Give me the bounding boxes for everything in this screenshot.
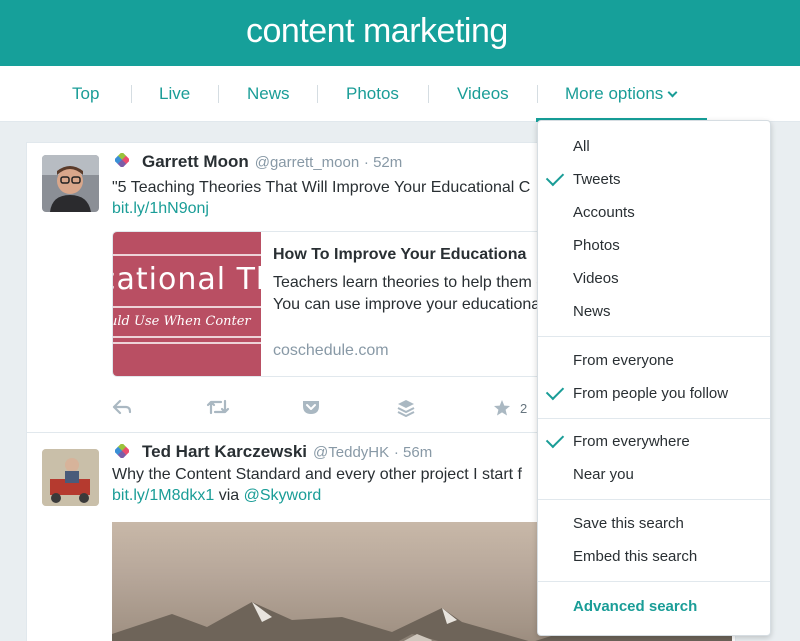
tweet-author[interactable]: Ted Hart Karczewski @TeddyHK · 56m bbox=[142, 442, 432, 462]
tweet-time[interactable]: · 56m bbox=[394, 444, 432, 461]
menu-divider bbox=[538, 418, 770, 419]
buffer-icon[interactable] bbox=[397, 399, 415, 417]
mention-link[interactable]: @Skyword bbox=[244, 487, 322, 504]
search-query-title: content marketing bbox=[246, 12, 508, 50]
nav-divider bbox=[317, 85, 318, 103]
retweet-icon[interactable] bbox=[206, 399, 230, 415]
tweet-text: Why the Content Standard and every other… bbox=[112, 464, 522, 506]
menu-item-advanced-search[interactable]: Advanced search bbox=[573, 598, 697, 615]
tweet-author[interactable]: Garrett Moon @garrett_moon · 52m bbox=[142, 152, 402, 172]
tab-top[interactable]: Top bbox=[72, 84, 99, 104]
source-app-icon bbox=[115, 444, 129, 458]
author-name[interactable]: Ted Hart Karczewski bbox=[142, 442, 307, 461]
menu-divider bbox=[538, 581, 770, 582]
checkmark-icon bbox=[545, 381, 565, 401]
tab-photos[interactable]: Photos bbox=[346, 84, 399, 104]
tab-more-options[interactable]: More options bbox=[565, 84, 678, 104]
card-image[interactable]: cational Th uld Use When Conter bbox=[113, 232, 261, 376]
menu-divider bbox=[538, 499, 770, 500]
tab-live[interactable]: Live bbox=[159, 84, 190, 104]
card-image-rule bbox=[113, 336, 261, 338]
menu-item-from-everywhere[interactable]: From everywhere bbox=[573, 433, 690, 450]
author-handle[interactable]: @TeddyHK bbox=[313, 444, 389, 461]
tweet-body: "5 Teaching Theories That Will Improve Y… bbox=[112, 179, 531, 196]
menu-item-near-you[interactable]: Near you bbox=[573, 466, 634, 483]
card-image-rule bbox=[113, 342, 261, 344]
menu-item-photos[interactable]: Photos bbox=[573, 237, 620, 254]
menu-item-videos[interactable]: Videos bbox=[573, 270, 619, 287]
nav-divider bbox=[131, 85, 132, 103]
card-domain[interactable]: coschedule.com bbox=[273, 342, 389, 360]
more-options-label: More options bbox=[565, 84, 664, 103]
author-name[interactable]: Garrett Moon bbox=[142, 152, 249, 171]
author-handle[interactable]: @garrett_moon bbox=[255, 154, 359, 171]
search-nav: Top Live News Photos Videos More options bbox=[0, 66, 800, 122]
nav-divider bbox=[218, 85, 219, 103]
more-options-dropdown: All Tweets Accounts Photos Videos News F… bbox=[537, 120, 771, 636]
tweet-link[interactable]: bit.ly/1hN9onj bbox=[112, 200, 209, 217]
reply-icon[interactable] bbox=[112, 399, 132, 415]
avatar[interactable] bbox=[42, 155, 99, 212]
card-image-title: cational Th bbox=[113, 262, 261, 297]
tweet-link[interactable]: bit.ly/1M8dkx1 bbox=[112, 487, 214, 504]
menu-item-save-search[interactable]: Save this search bbox=[573, 515, 684, 532]
chevron-down-icon bbox=[667, 87, 678, 98]
tab-news[interactable]: News bbox=[247, 84, 290, 104]
via-label: via bbox=[218, 487, 240, 504]
source-app-icon bbox=[115, 153, 129, 167]
card-image-subtitle: uld Use When Conter bbox=[113, 314, 251, 329]
menu-item-from-everyone[interactable]: From everyone bbox=[573, 352, 674, 369]
menu-item-accounts[interactable]: Accounts bbox=[573, 204, 635, 221]
avatar[interactable] bbox=[42, 449, 99, 506]
card-image-rule bbox=[113, 254, 261, 256]
menu-item-embed-search[interactable]: Embed this search bbox=[573, 548, 697, 565]
checkmark-icon bbox=[545, 429, 565, 449]
tweet-body: Why the Content Standard and every other… bbox=[112, 466, 522, 483]
card-image-rule bbox=[113, 306, 261, 308]
favorite-count: 2 bbox=[520, 401, 528, 416]
tweet-time[interactable]: · 52m bbox=[364, 154, 402, 171]
card-title[interactable]: How To Improve Your Educationa bbox=[273, 246, 526, 264]
star-icon[interactable] bbox=[493, 399, 511, 417]
menu-item-all[interactable]: All bbox=[573, 138, 590, 155]
tab-videos[interactable]: Videos bbox=[457, 84, 509, 104]
menu-item-news[interactable]: News bbox=[573, 303, 611, 320]
nav-divider bbox=[428, 85, 429, 103]
pocket-icon[interactable] bbox=[302, 399, 320, 415]
menu-item-from-people-you-follow[interactable]: From people you follow bbox=[573, 385, 728, 402]
search-header: content marketing bbox=[0, 0, 800, 66]
nav-divider bbox=[537, 85, 538, 103]
menu-item-tweets[interactable]: Tweets bbox=[573, 171, 621, 188]
menu-divider bbox=[538, 336, 770, 337]
tweet-text: "5 Teaching Theories That Will Improve Y… bbox=[112, 177, 530, 219]
checkmark-icon bbox=[545, 167, 565, 187]
